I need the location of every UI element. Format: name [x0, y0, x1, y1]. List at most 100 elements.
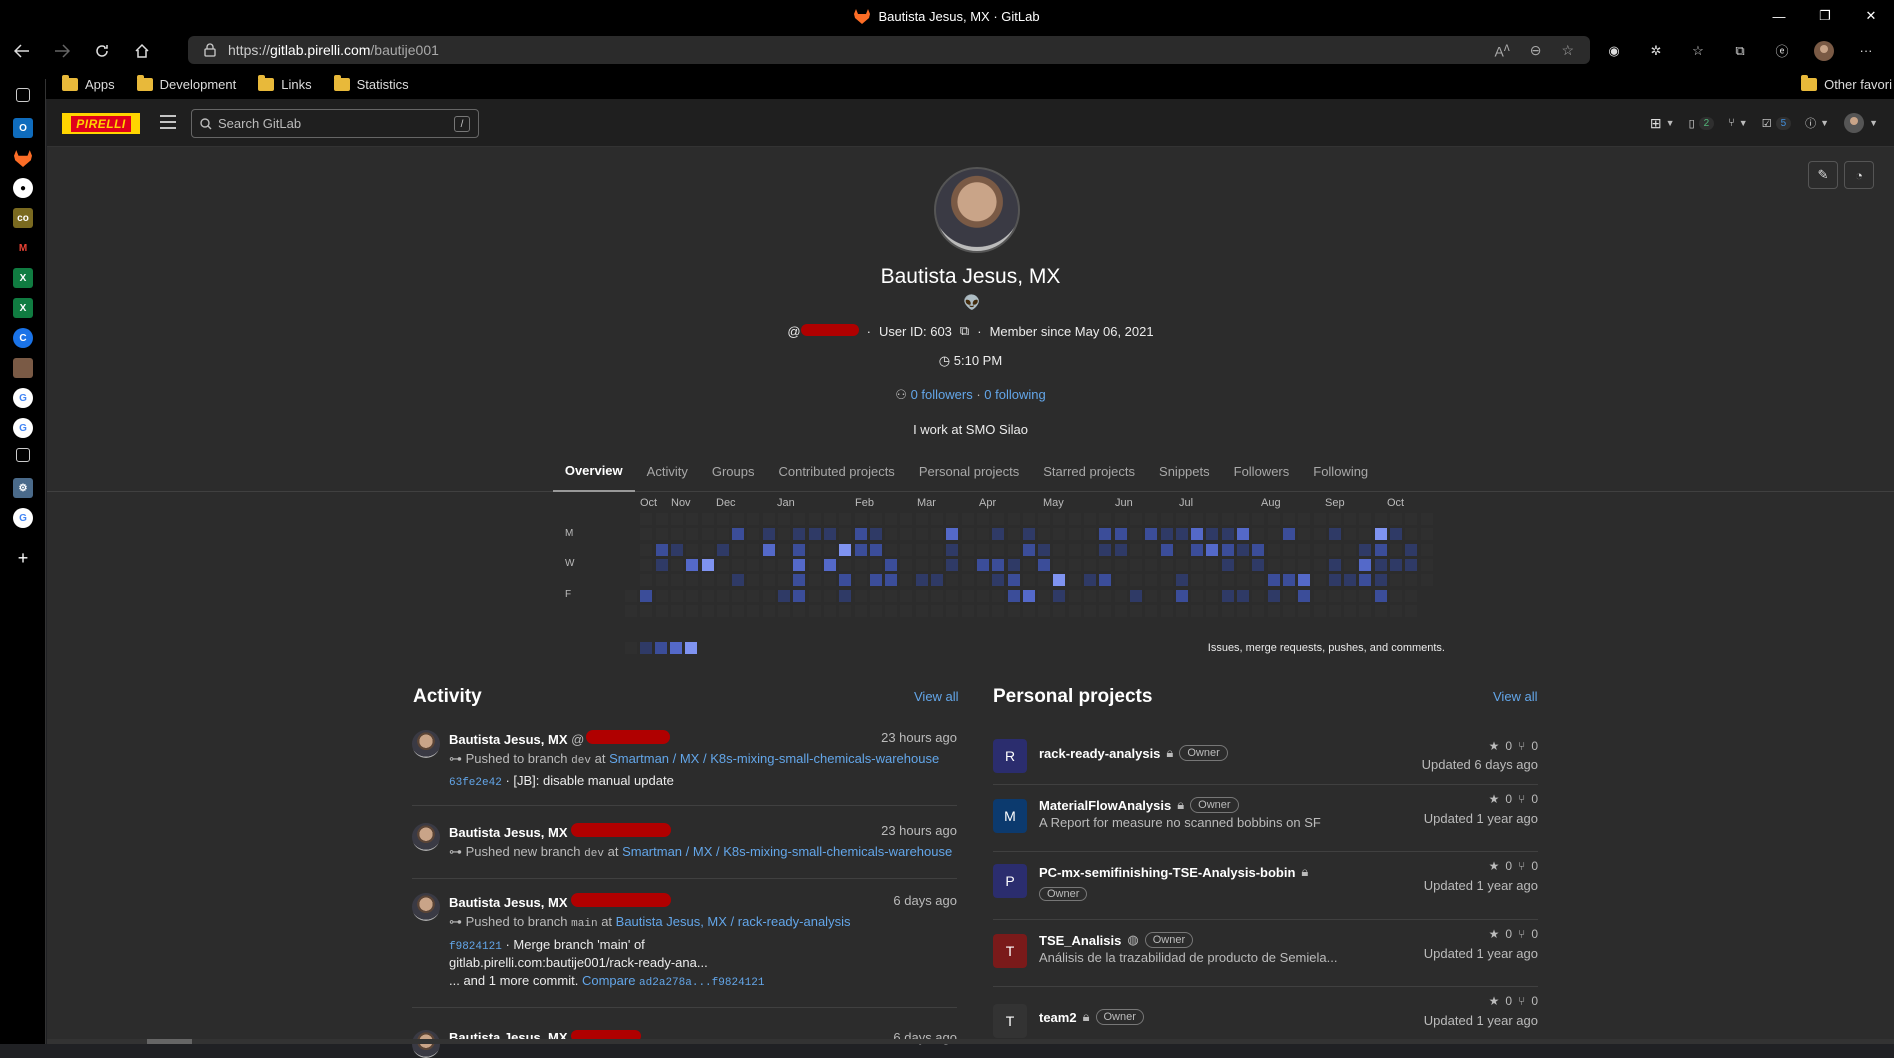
calendar-day[interactable] [1298, 558, 1311, 571]
calendar-day[interactable] [1206, 574, 1219, 587]
calendar-day[interactable] [701, 574, 714, 587]
calendar-day[interactable] [1084, 558, 1096, 571]
favorites-icon[interactable]: ☆ [1684, 37, 1712, 65]
calendar-day[interactable] [976, 604, 989, 617]
commit-sha[interactable]: f9824121 [449, 941, 502, 953]
new-dropdown[interactable]: ⊞ ▼ [1650, 115, 1675, 132]
calendar-day[interactable] [655, 543, 668, 556]
calendar-day[interactable] [839, 589, 852, 602]
calendar-day[interactable] [1221, 543, 1234, 556]
calendar-day[interactable] [1191, 543, 1204, 556]
calendar-day[interactable] [701, 558, 714, 571]
calendar-day[interactable] [869, 604, 882, 617]
bookmark-development[interactable]: Development [136, 74, 236, 92]
star-count[interactable]: 0 [1505, 927, 1512, 941]
project-link[interactable]: Smartman / MX / K8s-mixing-small-chemica… [609, 751, 939, 766]
star-count[interactable]: 0 [1505, 859, 1512, 873]
calendar-day[interactable] [1022, 574, 1035, 587]
calendar-day[interactable] [1099, 513, 1112, 525]
calendar-day[interactable] [1129, 574, 1142, 587]
calendar-day[interactable] [885, 604, 898, 617]
calendar-day[interactable] [1145, 589, 1158, 602]
calendar-day[interactable] [915, 513, 928, 525]
calendar-day[interactable] [808, 589, 821, 602]
calendar-day[interactable] [1405, 558, 1418, 571]
gmail-icon[interactable]: M [13, 238, 33, 258]
calendar-day[interactable] [640, 604, 653, 617]
calendar-day[interactable] [869, 513, 882, 525]
calendar-day[interactable] [992, 574, 1005, 587]
calendar-day[interactable] [1160, 558, 1173, 571]
calendar-day[interactable] [854, 558, 867, 571]
calendar-day[interactable] [931, 574, 943, 587]
calendar-day[interactable] [915, 589, 928, 602]
calendar-day[interactable] [1237, 574, 1249, 587]
calendar-day[interactable] [1252, 513, 1265, 525]
calendar-day[interactable] [1405, 574, 1418, 587]
calendar-day[interactable] [670, 558, 683, 571]
calendar-day[interactable] [1328, 543, 1341, 556]
profile-avatar-icon[interactable] [1810, 37, 1838, 65]
calendar-day[interactable] [1267, 558, 1280, 571]
gitlab-icon[interactable] [13, 148, 33, 168]
calendar-day[interactable] [1129, 528, 1142, 541]
calendar-day[interactable] [885, 558, 898, 571]
calendar-day[interactable] [1267, 604, 1280, 617]
calendar-day[interactable] [1206, 543, 1219, 556]
calendar-day[interactable] [1344, 604, 1357, 617]
excel-icon[interactable]: X [13, 298, 33, 318]
calendar-day[interactable] [747, 543, 760, 556]
calendar-day[interactable] [670, 543, 683, 556]
calendar-day[interactable] [869, 528, 882, 541]
calendar-day[interactable] [655, 558, 668, 571]
calendar-day[interactable] [1359, 543, 1372, 556]
calendar-day[interactable] [655, 528, 668, 541]
calendar-day[interactable] [1007, 604, 1020, 617]
calendar-day[interactable] [1390, 604, 1402, 617]
calendar-day[interactable] [1420, 513, 1433, 525]
calendar-day[interactable] [747, 589, 760, 602]
projects-view-all[interactable]: View all [1493, 689, 1538, 704]
fork-count[interactable]: 0 [1531, 927, 1538, 941]
calendar-day[interactable] [655, 589, 668, 602]
project-avatar[interactable]: R [993, 739, 1027, 773]
calendar-day[interactable] [869, 543, 882, 556]
calendar-day[interactable] [946, 558, 959, 571]
calendar-day[interactable] [640, 574, 653, 587]
project-avatar[interactable]: M [993, 799, 1027, 833]
calendar-day[interactable] [1206, 513, 1219, 525]
extension-icon[interactable]: ◉ [1600, 37, 1628, 65]
project-name[interactable]: MaterialFlowAnalysis 🔒︎ Owner [1039, 797, 1239, 813]
calendar-day[interactable] [976, 528, 989, 541]
calendar-day[interactable] [1007, 543, 1020, 556]
calendar-day[interactable] [778, 558, 790, 571]
calendar-day[interactable] [1420, 528, 1433, 541]
calendar-day[interactable] [839, 604, 852, 617]
google-icon[interactable]: G [13, 418, 33, 438]
menu-icon[interactable] [159, 115, 177, 131]
calendar-day[interactable] [1313, 604, 1326, 617]
calendar-day[interactable] [854, 513, 867, 525]
calendar-day[interactable] [1359, 558, 1372, 571]
calendar-day[interactable] [915, 604, 928, 617]
calendar-day[interactable] [1160, 513, 1173, 525]
calendar-day[interactable] [1282, 543, 1295, 556]
calendar-day[interactable] [961, 558, 974, 571]
calendar-day[interactable] [686, 513, 699, 525]
calendar-day[interactable] [869, 589, 882, 602]
google-icon[interactable]: G [13, 508, 33, 528]
google-icon[interactable]: G [13, 388, 33, 408]
calendar-day[interactable] [1129, 589, 1142, 602]
calendar-day[interactable] [976, 589, 989, 602]
calendar-day[interactable] [1344, 589, 1357, 602]
calendar-day[interactable] [1313, 574, 1326, 587]
calendar-day[interactable] [1068, 604, 1081, 617]
calendar-day[interactable] [885, 528, 898, 541]
calendar-day[interactable] [1374, 558, 1387, 571]
add-favorite-icon[interactable]: ☆ [1561, 42, 1574, 59]
calendar-day[interactable] [1282, 513, 1295, 525]
calendar-day[interactable] [1175, 604, 1188, 617]
calendar-day[interactable] [716, 604, 729, 617]
calendar-day[interactable] [1313, 589, 1326, 602]
calendar-day[interactable] [1038, 589, 1051, 602]
